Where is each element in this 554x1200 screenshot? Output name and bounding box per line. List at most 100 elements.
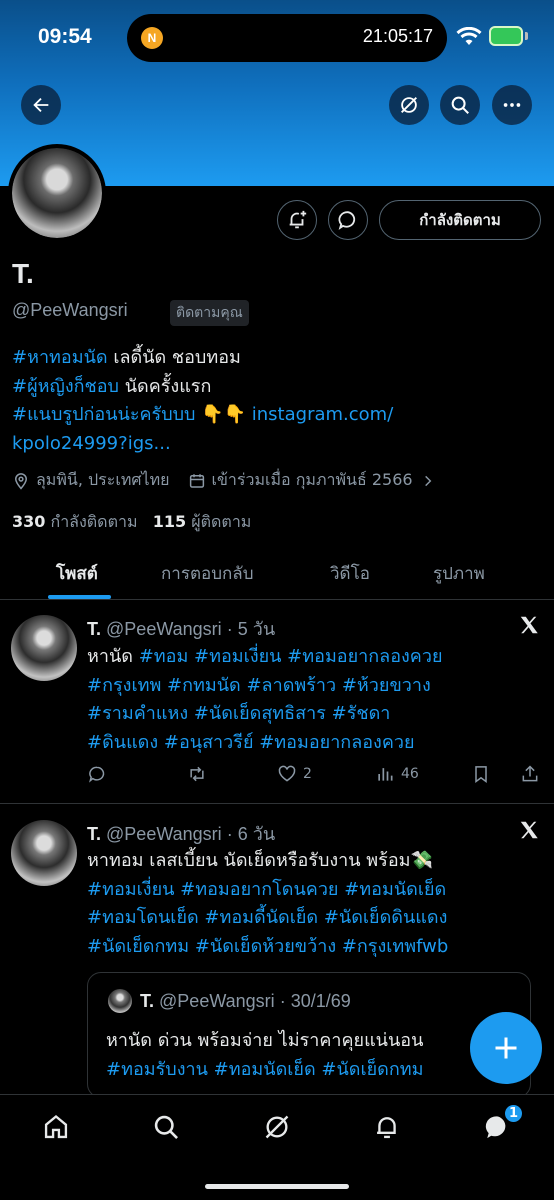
- post-hashtags[interactable]: #ทอม #ทอมเงี่ยน #ทอมอยากลองควย: [139, 646, 443, 667]
- post-hashtags[interactable]: #ทอมเงี่ยน #ทอมอยากโดนควย #ทอมนัดเย็ด: [87, 876, 542, 905]
- profile-display-name: T.: [12, 258, 34, 289]
- bookmark-button[interactable]: [471, 764, 497, 784]
- repost-icon: [190, 766, 204, 782]
- bio-text: นัดครั้งแรก: [118, 375, 212, 397]
- profile-meta: ลุมพินี, ประเทศไทย เข้าร่วมเมื่อ กุมภาพั…: [12, 468, 453, 493]
- bio-link-continued[interactable]: kpolo24999?igs...: [12, 433, 171, 454]
- post-avatar[interactable]: [11, 615, 77, 681]
- more-button[interactable]: [492, 85, 532, 125]
- bar-chart-icon: [378, 768, 393, 781]
- post-text: หานัด #ทอม #ทอมเงี่ยน #ทอมอยากลองควย #กร…: [87, 643, 542, 757]
- quoted-post-avatar: [108, 989, 132, 1013]
- post-text: หาทอม เลสเบี้ยน นัดเย็ดหรือรับงาน พร้อม💸…: [87, 847, 542, 961]
- message-button[interactable]: [328, 200, 368, 240]
- post-hashtags[interactable]: #กรุงเทพ #กทมนัด #ลาดพร้าว #ห้วยขวาง: [87, 672, 542, 701]
- notifications-button[interactable]: [277, 200, 317, 240]
- dynamic-island: N 21:05:17: [127, 14, 447, 62]
- profile-counts: 330 กำลังติดตาม 115 ผู้ติดตาม: [12, 510, 251, 535]
- search-icon: [451, 96, 469, 114]
- profile-handle: @PeeWangsri: [12, 300, 128, 320]
- home-indicator[interactable]: [205, 1184, 349, 1189]
- bio-hashtag[interactable]: #แนบรูปก่อนน่ะครับบบ: [12, 404, 195, 425]
- active-tab-indicator: [48, 595, 111, 599]
- post-author-name[interactable]: T.: [87, 619, 101, 639]
- profile-tabs: โพสต์ การตอบกลับ วิดีโอ รูปภาพ: [0, 550, 554, 600]
- bell-plus-icon: [289, 210, 307, 229]
- grok-icon: [401, 97, 417, 113]
- status-time: 09:54: [38, 25, 92, 48]
- quoted-post[interactable]: T. @PeeWangsri · 30/1/69 หานัด ด่วน พร้อ…: [87, 972, 531, 1098]
- bio-line-4: kpolo24999?igs...: [12, 430, 542, 459]
- following-label: กำลังติดตาม: [50, 512, 138, 531]
- post-hashtags[interactable]: #ดินแดง #อนุสาวรีย์ #ทอมอยากลองควย: [87, 729, 542, 758]
- post-hashtags[interactable]: #นัดเย็ดกทม #นัดเย็ดห้วยขว้าง #กรุงเทพfw…: [87, 933, 542, 962]
- share-button[interactable]: [520, 764, 546, 784]
- post-avatar[interactable]: [11, 820, 77, 886]
- follows-you-badge: ติดตามคุณ: [170, 300, 249, 326]
- bio-link[interactable]: instagram.com/: [252, 404, 394, 425]
- quoted-hashtags[interactable]: #ทอมรับงาน #ทอมนัดเย็ด #นัดเย็ดกทม: [106, 1056, 526, 1085]
- like-count: 2: [303, 766, 312, 782]
- more-horizontal-icon: [503, 103, 521, 107]
- bio-hashtag[interactable]: #หาทอมนัด: [12, 347, 108, 368]
- wifi-icon: [456, 27, 482, 45]
- bell-icon: [377, 1117, 396, 1139]
- followers-label: ผู้ติดตาม: [191, 512, 252, 531]
- arrow-left-icon: [33, 97, 49, 113]
- tab-photos[interactable]: รูปภาพ: [433, 560, 485, 587]
- location-item: ลุมพินี, ประเทศไทย: [12, 468, 170, 493]
- bio-hashtag[interactable]: #ผู้หญิงก็ชอบ: [12, 376, 119, 397]
- tab-posts[interactable]: โพสต์: [56, 560, 98, 587]
- following-count: 330: [12, 512, 46, 531]
- like-button[interactable]: 2: [277, 764, 312, 784]
- quoted-post-text: หานัด ด่วน พร้อมจ่าย ไม่ราคาคุยแน่นอน #ท…: [106, 1027, 526, 1084]
- nav-notifications[interactable]: [371, 1111, 403, 1143]
- grok-button[interactable]: [389, 85, 429, 125]
- post-hashtags[interactable]: #รามคำแหง #นัดเย็ดสุทธิสาร #รัชดา: [87, 700, 542, 729]
- island-clock: 21:05:17: [362, 26, 433, 46]
- tab-replies[interactable]: การตอบกลับ: [161, 560, 254, 587]
- joined-text: เข้าร่วมเมื่อ กุมภาพันธ์ 2566: [211, 470, 413, 489]
- quoted-post-time: · 30/1/69: [279, 991, 351, 1011]
- post-line: หานัด #ทอม #ทอมเงี่ยน #ทอมอยากลองควย: [87, 643, 542, 672]
- location-text: ลุมพินี, ประเทศไทย: [36, 470, 170, 489]
- island-app-icon: N: [141, 27, 163, 49]
- reply-button[interactable]: [87, 764, 113, 784]
- following-count-link[interactable]: 330 กำลังติดตาม: [12, 512, 138, 531]
- views-button[interactable]: 46: [375, 764, 419, 784]
- post-header: T. @PeeWangsri · 6 วัน: [87, 819, 275, 848]
- post-time[interactable]: · 6 วัน: [227, 824, 275, 844]
- messages-badge: 1: [503, 1103, 524, 1124]
- quoted-author-handle: @PeeWangsri: [159, 991, 275, 1011]
- calendar-icon: [189, 473, 204, 488]
- post-hashtags[interactable]: #ทอมโดนเย็ด #ทอมดี้นัดเย็ด #นัดเย็ดดินแด…: [87, 904, 542, 933]
- profile-avatar[interactable]: [8, 144, 106, 242]
- bio-emoji: 👇👇: [195, 404, 252, 425]
- back-button[interactable]: [21, 85, 61, 125]
- tab-videos[interactable]: วิดีโอ: [330, 560, 370, 587]
- following-button[interactable]: กำลังติดตาม: [379, 200, 541, 240]
- search-button[interactable]: [440, 85, 480, 125]
- nav-search[interactable]: [150, 1111, 182, 1143]
- post-time[interactable]: · 5 วัน: [227, 619, 275, 639]
- post-author-handle[interactable]: @PeeWangsri: [106, 824, 222, 844]
- compose-post-button[interactable]: [470, 1012, 542, 1084]
- bio-line-2: #ผู้หญิงก็ชอบ นัดครั้งแรก: [12, 373, 542, 402]
- repost-button[interactable]: [187, 764, 213, 784]
- x-logo-icon: [520, 821, 538, 839]
- followers-count-link[interactable]: 115 ผู้ติดตาม: [153, 512, 252, 531]
- home-icon: [44, 1114, 68, 1139]
- joined-item[interactable]: เข้าร่วมเมื่อ กุมภาพันธ์ 2566: [188, 468, 435, 493]
- post-author-name[interactable]: T.: [87, 824, 101, 844]
- bio-line-1: #หาทอมนัด เลดี้นัด ชอบทอม: [12, 344, 542, 373]
- quoted-post-header: T. @PeeWangsri · 30/1/69: [140, 991, 351, 1012]
- quoted-plain-text: หานัด ด่วน พร้อมจ่าย ไม่ราคาคุยแน่นอน: [106, 1030, 424, 1051]
- status-bar: 09:54 N 21:05:17: [0, 0, 554, 76]
- nav-home[interactable]: [40, 1111, 72, 1143]
- search-icon: [154, 1115, 178, 1139]
- nav-grok[interactable]: [261, 1111, 293, 1143]
- quoted-author-name: T.: [140, 991, 155, 1011]
- bookmark-icon: [475, 766, 487, 783]
- location-pin-icon: [14, 472, 28, 490]
- post-author-handle[interactable]: @PeeWangsri: [106, 619, 222, 639]
